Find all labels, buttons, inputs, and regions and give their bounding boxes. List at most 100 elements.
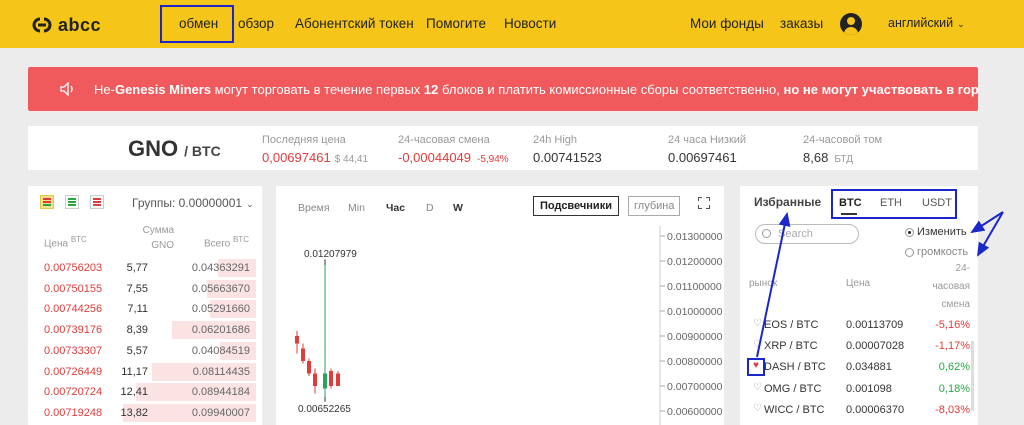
market-row[interactable]: ♡ WICC / BTC 0.00006370 -8,03% <box>740 399 978 421</box>
orderbook-row[interactable]: 0.00733307 5,57 0.04084519 <box>28 341 262 361</box>
candlestick-chart[interactable]: 0.01300000 0.01200000 0.01100000 0.01000000… <box>276 226 724 425</box>
nav-overview[interactable]: обзор <box>238 16 274 31</box>
sort-volume-radio[interactable] <box>905 248 914 257</box>
last-price-label: Последняя цена <box>262 134 346 146</box>
market-price: 0.00007028 <box>846 340 905 353</box>
tf-hour[interactable]: Час <box>386 202 405 214</box>
heart-icon[interactable]: ♡ <box>753 382 762 393</box>
favorites-panel: Избранные BTC ETH USDT Изменить громкост… <box>740 186 978 425</box>
depth-button[interactable]: глубина <box>628 196 681 216</box>
tf-min[interactable]: Min <box>348 202 365 214</box>
tab-eth[interactable]: ETH <box>880 197 902 209</box>
user-avatar-icon[interactable] <box>840 13 862 35</box>
heart-icon[interactable]: ♡ <box>753 403 762 414</box>
search-icon <box>762 229 771 238</box>
fullscreen-icon[interactable] <box>698 197 710 209</box>
change-value: -0,00044049 -5,94% <box>398 150 509 165</box>
orderbook-row[interactable]: 0.00720724 12,41 0.08944184 <box>28 382 262 402</box>
col-change-header[interactable]: 24- часовая смена <box>932 260 970 314</box>
candle-body <box>313 373 317 386</box>
candle-body <box>323 373 327 389</box>
nav-subscriber-token[interactable]: Абонентский токен <box>295 16 414 31</box>
market-row[interactable]: ♡ XRP / BTC 0.00007028 -1,17% <box>740 335 978 357</box>
col-amount-header: Сумма GNO <box>142 225 174 251</box>
language-selector[interactable]: английский ⌄ <box>888 16 965 30</box>
sort-volume-label[interactable]: громкость <box>917 246 968 258</box>
orderbook-row[interactable]: 0.00750155 7,55 0.05663670 <box>28 279 262 299</box>
nav-help[interactable]: Помогите <box>426 16 486 31</box>
tab-usdt[interactable]: USDT <box>922 197 952 209</box>
nav-my-funds[interactable]: Мои фонды <box>690 16 764 31</box>
orderbook-row[interactable]: 0.00739176 8,39 0.06201686 <box>28 320 262 340</box>
chevron-down-icon: ⌄ <box>957 19 965 29</box>
orderbook-row[interactable]: 0.00744256 7,11 0.05291660 <box>28 299 262 319</box>
col-price-header: Цена BTC <box>44 235 87 250</box>
orderbook-total: 0.09940007 <box>191 406 250 419</box>
orderbook-total: 0.05663670 <box>191 282 250 295</box>
sort-change-label[interactable]: Изменить <box>917 226 967 238</box>
market-price: 0.001098 <box>846 382 892 395</box>
orderbook-amount: 12,41 <box>120 386 148 399</box>
sort-change-radio[interactable] <box>905 228 914 237</box>
market-price: 0.00006370 <box>846 403 905 416</box>
market-change: 0,62% <box>938 361 970 374</box>
orderbook-row[interactable]: 0.00719248 13,82 0.09940007 <box>28 403 262 423</box>
high-value: 0.00741523 <box>533 150 602 165</box>
y-tick-label: 0.00600000 <box>667 406 723 418</box>
tf-week[interactable]: W <box>453 202 463 214</box>
groups-selector[interactable]: Группы: 0.00000001 ⌄ <box>132 196 254 210</box>
candlestick-button[interactable]: Подсвечники <box>533 196 619 216</box>
orderbook-row[interactable]: 0.00756203 5,77 0.04363291 <box>28 258 262 278</box>
search-box[interactable] <box>755 224 859 244</box>
orderbook-price: 0.00744256 <box>44 303 103 316</box>
market-row[interactable]: ♡ EOS / BTC 0.00113709 -5,16% <box>740 314 978 336</box>
tf-time[interactable]: Время <box>298 202 330 214</box>
low-value: 0.00697461 <box>668 150 737 165</box>
y-tick-label: 0.00800000 <box>667 356 723 368</box>
candle-body <box>295 336 299 344</box>
high-label: 24h High <box>533 134 578 146</box>
market-row[interactable]: ♥ DASH / BTC 0.034881 0,62% <box>740 356 978 378</box>
market-change: -5,16% <box>935 319 970 331</box>
view-both-icon[interactable] <box>40 195 54 209</box>
price-chart-panel: Время Min Час D W Подсвечники глубина 0.… <box>276 186 724 425</box>
orderbook-price: 0.00719248 <box>44 406 103 419</box>
nav-news[interactable]: Новости <box>504 16 556 31</box>
annotation-box-heart <box>747 358 765 376</box>
col-market-header[interactable]: рынок <box>749 278 777 289</box>
scrollbar[interactable] <box>971 341 974 411</box>
tab-btc[interactable]: BTC <box>839 197 862 209</box>
chevron-down-icon: ⌄ <box>246 199 254 209</box>
orderbook-row[interactable]: 0.00726449 11,17 0.08114435 <box>28 362 262 382</box>
view-bids-icon[interactable] <box>65 195 79 209</box>
last-price-value: 0,00697461 $ 44,41 <box>262 150 369 165</box>
heart-icon[interactable]: ♡ <box>753 339 762 350</box>
volume-value: 8,68 БТД <box>803 150 853 165</box>
abcc-logo-icon <box>32 17 52 33</box>
tf-day[interactable]: D <box>426 202 434 214</box>
favorites-title[interactable]: Избранные <box>754 195 821 209</box>
orderbook-price: 0.00750155 <box>44 282 103 295</box>
orderbook-total: 0.06201686 <box>191 324 250 337</box>
top-header: abcc обмен обзор Абонентский токен Помог… <box>0 0 1024 48</box>
market-name: DASH / BTC <box>764 361 826 374</box>
speaker-icon <box>60 82 73 96</box>
search-input[interactable] <box>778 227 854 241</box>
market-ticker: GNO / BTC Последняя цена 0,00697461 $ 44,4… <box>28 126 978 170</box>
market-row[interactable]: ♡ OMG / BTC 0.001098 0,18% <box>740 378 978 400</box>
orderbook-amount: 8,39 <box>126 324 148 337</box>
col-price-header[interactable]: Цена <box>846 278 870 289</box>
market-name: WICC / BTC <box>764 403 825 416</box>
y-tick-label: 0.01000000 <box>667 306 723 318</box>
heart-icon[interactable]: ♡ <box>753 318 762 329</box>
abcc-logo[interactable]: abcc <box>30 14 101 36</box>
orderbook-total: 0.08114435 <box>192 365 250 378</box>
view-asks-icon[interactable] <box>90 195 104 209</box>
orderbook-total: 0.04363291 <box>191 262 250 274</box>
orderbook-amount: 7,11 <box>127 303 148 316</box>
orderbook-price: 0.00726449 <box>44 365 103 378</box>
orderbook-amount: 5,77 <box>126 262 148 274</box>
orderbook-price: 0.00756203 <box>44 262 103 274</box>
nav-orders[interactable]: заказы <box>780 16 823 31</box>
logo-text: abcc <box>58 14 102 35</box>
